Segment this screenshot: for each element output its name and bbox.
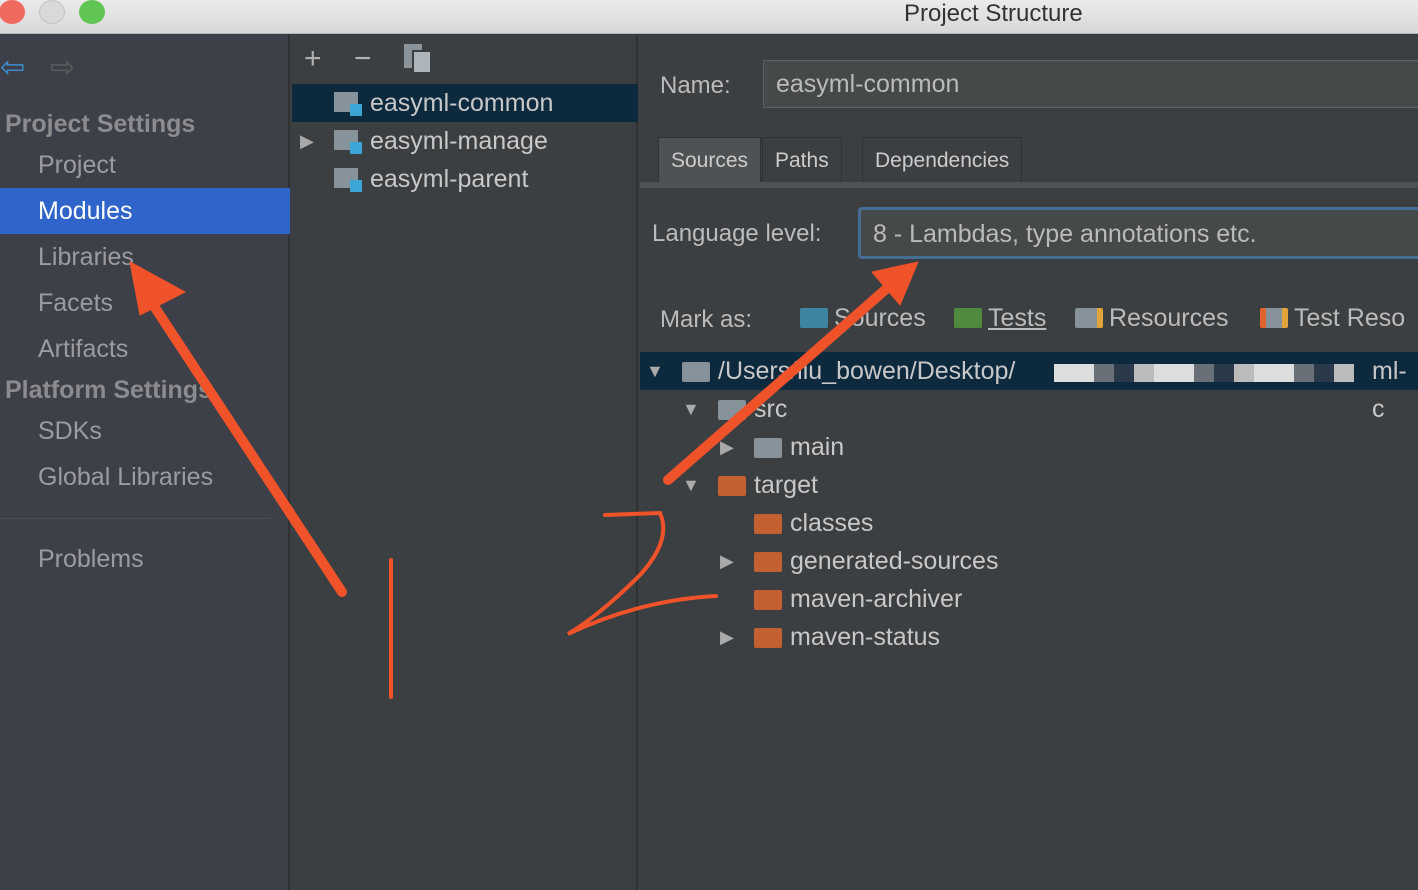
redacted-path — [1054, 364, 1354, 382]
minimize-button[interactable] — [39, 0, 65, 24]
excluded-folder-icon — [754, 590, 782, 610]
sidebar-item-facets[interactable]: Facets — [0, 280, 290, 326]
language-level-label: Language level: — [652, 220, 822, 247]
mark-as-label: Mark as: — [660, 306, 753, 333]
folder-icon — [718, 400, 746, 420]
language-level-select[interactable]: 8 - Lambdas, type annotations etc. — [858, 207, 1418, 259]
excluded-folder-icon — [718, 476, 746, 496]
expand-icon[interactable]: ▶ — [300, 122, 314, 160]
section-platform-settings: Platform Settings — [5, 376, 212, 404]
module-item[interactable]: easyml-parent — [292, 160, 638, 198]
tests-folder-icon — [954, 308, 982, 328]
tab-underline — [640, 182, 1418, 188]
tree-row-main[interactable]: ▶ main — [640, 428, 1418, 466]
sidebar-item-global-libraries[interactable]: Global Libraries — [0, 454, 290, 500]
name-label: Name: — [660, 72, 731, 99]
folder-icon — [754, 438, 782, 458]
name-input[interactable]: easyml-common — [763, 60, 1418, 108]
resources-folder-icon — [1075, 308, 1103, 328]
tab-paths[interactable]: Paths — [762, 137, 842, 183]
module-item[interactable]: ▶ easyml-manage — [292, 122, 638, 160]
back-arrow-icon[interactable]: ⇦ — [0, 50, 25, 85]
tree-row-target[interactable]: ▼ target — [640, 466, 1418, 504]
collapse-icon[interactable]: ▼ — [646, 352, 664, 390]
divider — [0, 518, 270, 519]
tree-row-root[interactable]: ▼ /Users/liu_bowen/Desktop/ ml-c — [640, 352, 1418, 423]
sources-folder-icon — [800, 308, 828, 328]
mark-tests-button[interactable]: Tests — [954, 304, 1046, 333]
excluded-folder-icon — [754, 552, 782, 572]
sidebar-item-project[interactable]: Project — [0, 142, 290, 188]
tree-row-src[interactable]: ▼ src — [640, 390, 1418, 428]
excluded-folder-icon — [754, 628, 782, 648]
sidebar-item-artifacts[interactable]: Artifacts — [0, 326, 290, 372]
module-icon — [334, 92, 362, 116]
sidebar-item-modules[interactable]: Modules — [0, 188, 290, 234]
remove-icon[interactable]: − — [354, 42, 372, 76]
title-bar: Project Structure — [0, 0, 1418, 34]
tree-row-generated-sources[interactable]: ▶ generated-sources — [640, 542, 1418, 580]
excluded-folder-icon — [754, 514, 782, 534]
tree-row-maven-archiver[interactable]: maven-archiver — [640, 580, 1418, 618]
section-project-settings: Project Settings — [5, 110, 196, 138]
mark-sources-button[interactable]: Sources — [800, 304, 926, 333]
close-button[interactable] — [0, 0, 25, 24]
module-icon — [334, 168, 362, 192]
module-item[interactable]: easyml-common — [292, 84, 638, 122]
window-title: Project Structure — [904, 0, 1083, 27]
forward-arrow-icon[interactable]: ⇨ — [50, 50, 75, 85]
sidebar-item-problems[interactable]: Problems — [0, 536, 290, 582]
sidebar-item-sdks[interactable]: SDKs — [0, 408, 290, 454]
test-resources-folder-icon — [1260, 308, 1288, 328]
module-icon — [334, 130, 362, 154]
sidebar-item-libraries[interactable]: Libraries — [0, 234, 290, 280]
tab-dependencies[interactable]: Dependencies — [862, 137, 1023, 183]
sidebar: ⇦ ⇨ Project Settings Project Modules Lib… — [0, 34, 290, 890]
module-detail-panel: Name: easyml-common Sources Paths Depend… — [640, 34, 1418, 890]
add-icon[interactable]: + — [304, 42, 322, 76]
module-list-panel: + − easyml-common ▶ easyml-manage easyml-… — [292, 34, 638, 890]
tree-row-classes[interactable]: classes — [640, 504, 1418, 542]
tree-row-maven-status[interactable]: ▶ maven-status — [640, 618, 1418, 656]
tab-sources[interactable]: Sources — [658, 137, 762, 183]
zoom-button[interactable] — [79, 0, 105, 24]
copy-icon[interactable] — [404, 44, 432, 74]
folder-icon — [682, 362, 710, 382]
mark-resources-button[interactable]: Resources — [1075, 304, 1229, 333]
mark-test-resources-button[interactable]: Test Reso — [1260, 304, 1405, 333]
